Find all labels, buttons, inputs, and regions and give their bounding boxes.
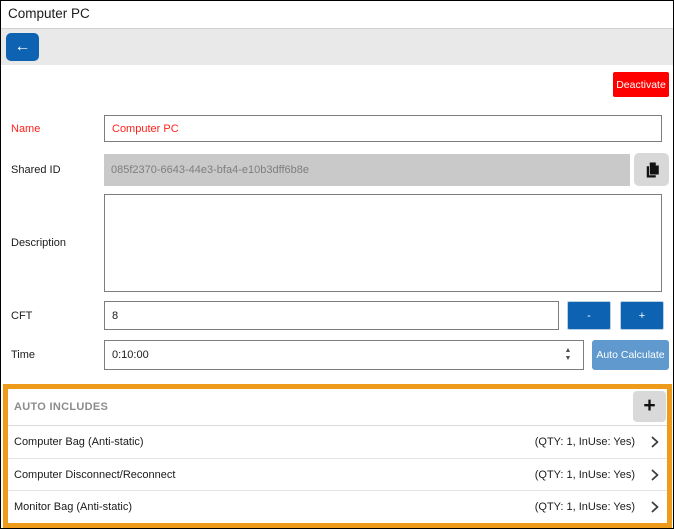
- cft-label: CFT: [11, 309, 33, 322]
- time-input[interactable]: [104, 340, 584, 370]
- time-label: Time: [11, 349, 36, 361]
- description-input[interactable]: [104, 194, 662, 292]
- cft-increment-button[interactable]: +: [620, 301, 664, 330]
- chevron-right-icon: [649, 436, 661, 448]
- list-item-computer-disconnect[interactable]: Computer Disconnect/Reconnect (QTY: 1, I…: [8, 458, 667, 492]
- item-qty-inuse: (QTY: 1, InUse: Yes): [534, 501, 635, 514]
- plus-icon: +: [643, 393, 656, 417]
- add-include-button[interactable]: +: [633, 391, 666, 422]
- chevron-right-icon: [649, 469, 661, 481]
- toolbar: ←: [1, 29, 673, 65]
- auto-includes-title: AUTO INCLUDES: [14, 401, 109, 413]
- auto-calculate-button[interactable]: Auto Calculate: [592, 340, 669, 370]
- item-name: Computer Bag (Anti-static): [14, 435, 144, 448]
- auto-includes-header: AUTO INCLUDES +: [8, 389, 667, 426]
- app-window: Computer PC ← Deactivate Name Shared ID …: [0, 0, 674, 529]
- list-item-computer-bag[interactable]: Computer Bag (Anti-static) (QTY: 1, InUs…: [8, 426, 667, 459]
- chevron-right-icon: [649, 501, 661, 513]
- shared-id-input: [104, 154, 630, 186]
- description-label: Description: [11, 237, 67, 249]
- deactivate-button[interactable]: Deactivate: [613, 72, 669, 97]
- time-spinner[interactable]: ▲ ▼: [558, 342, 578, 368]
- page-title: Computer PC: [8, 6, 90, 21]
- item-qty-inuse: (QTY: 1, InUse: Yes): [534, 435, 635, 448]
- spinner-up-icon[interactable]: ▲: [565, 347, 572, 355]
- copy-shared-id-button[interactable]: [634, 153, 669, 186]
- name-input[interactable]: [104, 115, 662, 142]
- spinner-down-icon[interactable]: ▼: [565, 355, 572, 363]
- list-item-monitor-bag[interactable]: Monitor Bag (Anti-static) (QTY: 1, InUse…: [8, 491, 667, 524]
- auto-includes-section: AUTO INCLUDES + Computer Bag (Anti-stati…: [3, 384, 672, 528]
- item-qty-inuse: (QTY: 1, InUse: Yes): [534, 468, 635, 481]
- back-arrow-icon: ←: [14, 38, 31, 55]
- cft-decrement-button[interactable]: -: [567, 301, 611, 330]
- copy-icon: [643, 161, 661, 179]
- cft-input[interactable]: [104, 301, 559, 330]
- item-name: Monitor Bag (Anti-static): [14, 501, 132, 514]
- item-name: Computer Disconnect/Reconnect: [14, 468, 176, 481]
- name-label: Name: [11, 122, 41, 135]
- shared-id-label: Shared ID: [11, 164, 61, 176]
- back-button[interactable]: ←: [6, 33, 39, 61]
